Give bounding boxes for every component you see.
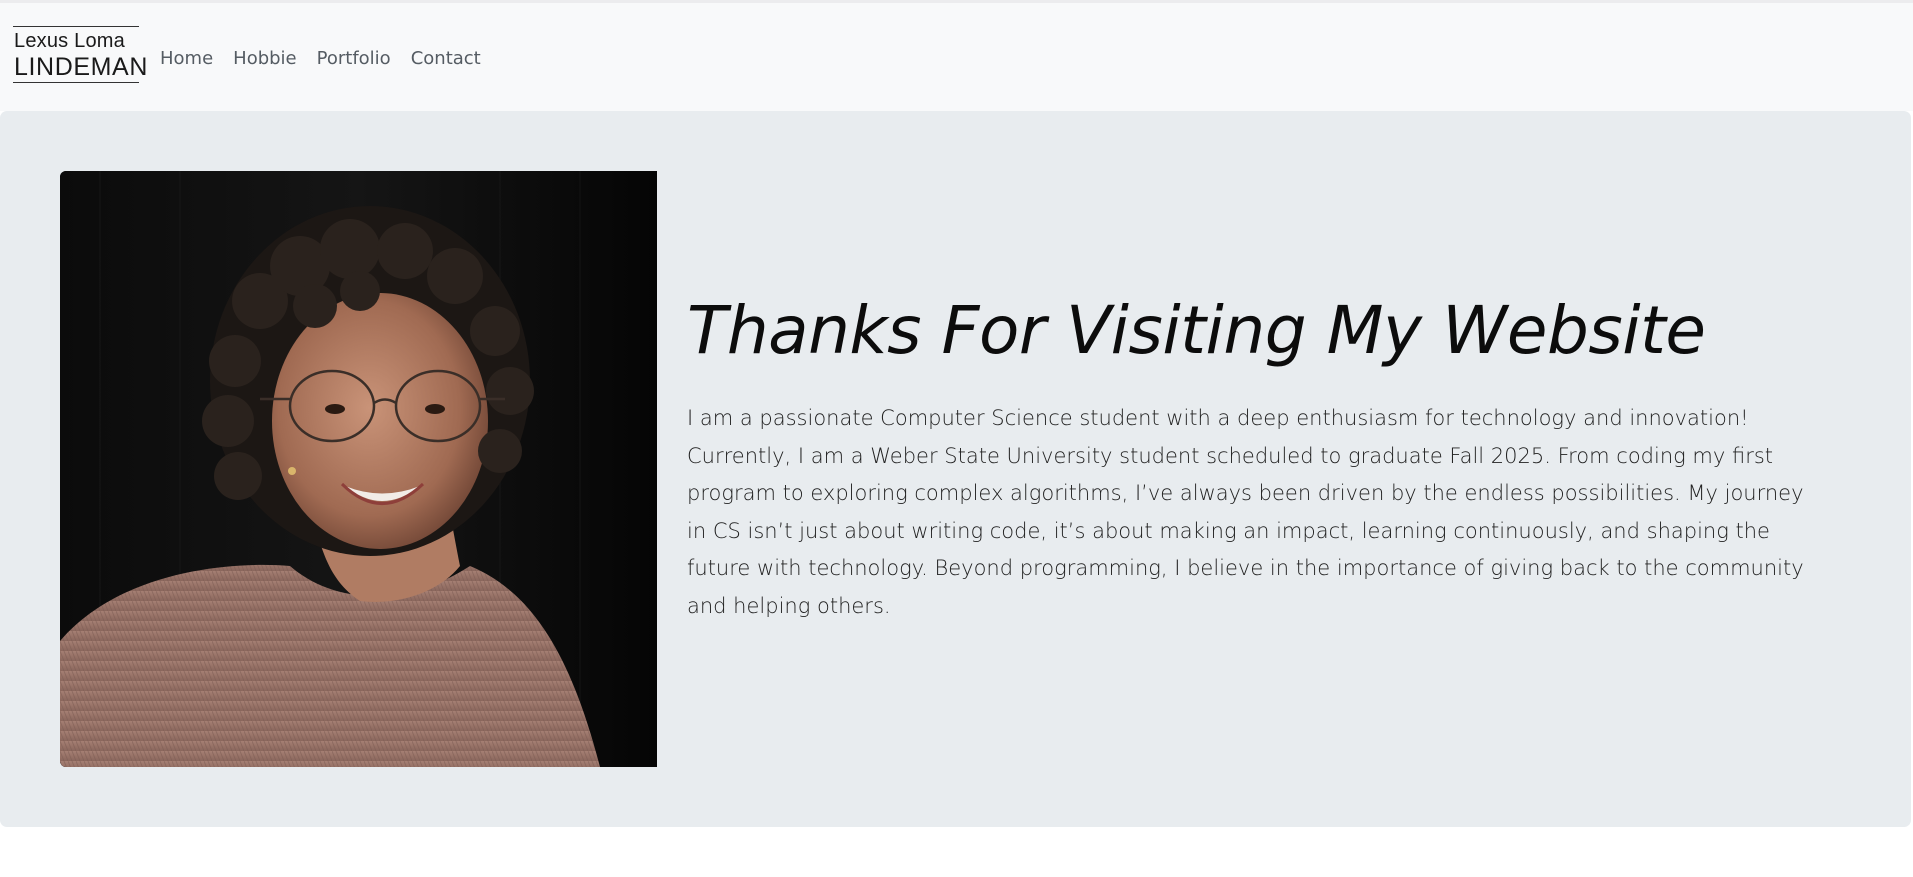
nav-link-contact[interactable]: Contact [401,47,491,71]
nav-link-home[interactable]: Home [150,47,223,71]
hero-description: I am a passionate Computer Science stude… [687,406,1804,618]
page: Lexus Loma LINDEMAN Home Hobbie Portfoli… [0,0,1913,877]
navbar: Lexus Loma LINDEMAN Home Hobbie Portfoli… [0,0,1913,111]
brand-last-name: LINDEMAN [14,53,148,81]
nav-link-portfolio[interactable]: Portfolio [307,47,401,71]
nav-link-hobbie[interactable]: Hobbie [223,47,306,71]
hero-title: Thanks For Visiting My Website [687,292,1706,369]
portrait-photo [60,171,657,767]
nav-links: Home Hobbie Portfolio Contact [150,47,491,71]
hero-section: Thanks For Visiting My Website I am a pa… [0,111,1911,827]
brand-first-name: Lexus Loma [14,30,125,52]
portrait-illustration [60,171,657,767]
brand-logo[interactable]: Lexus Loma LINDEMAN [13,26,148,83]
